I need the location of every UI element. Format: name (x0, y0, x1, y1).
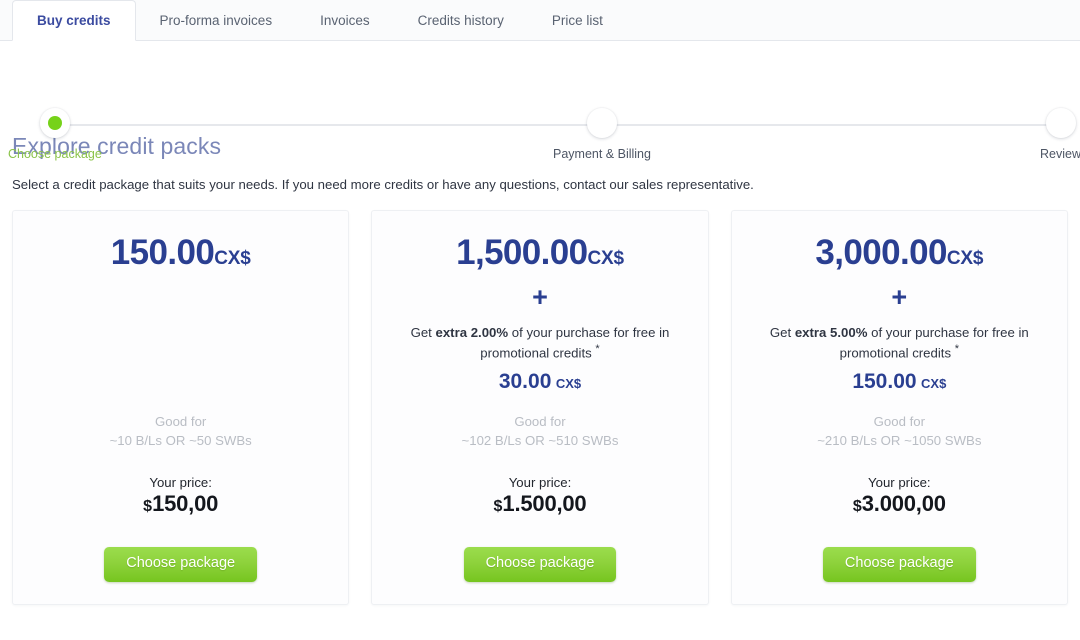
choose-package-button[interactable]: Choose package (823, 547, 976, 582)
step-dot-icon (1046, 108, 1076, 138)
pack-amount-value: 3,000.00 (815, 233, 946, 272)
pack-amount-value: 150.00 (111, 233, 214, 272)
tab-buy-credits[interactable]: Buy credits (12, 0, 136, 41)
tab-invoices[interactable]: Invoices (296, 0, 394, 40)
stepper-step-label: Choose package (8, 147, 102, 161)
pack-amount: 1,500.00CX$ (388, 235, 691, 270)
your-price-label: Your price: (29, 475, 332, 490)
good-for-value: ~210 B/Ls OR ~1050 SWBs (748, 431, 1051, 450)
bonus-extra-word: extra (436, 325, 471, 340)
stepper-step-review[interactable]: Review (1040, 108, 1080, 161)
stepper-step-payment-billing[interactable]: Payment & Billing (553, 108, 651, 161)
page-subtitle: Select a credit package that suits your … (12, 176, 1068, 193)
tab-label: Buy credits (37, 13, 111, 28)
cta-wrapper: Choose package (748, 547, 1051, 582)
card-spacer (748, 392, 1051, 412)
bonus-description: Get extra 2.00% of your purchase for fre… (388, 324, 691, 362)
bonus-amount-value: 30.00 (499, 370, 552, 393)
bonus-amount: 150.00 CX$ (748, 371, 1051, 392)
bonus-percent: 2.00% (471, 325, 508, 340)
stepper-step-label: Payment & Billing (553, 147, 651, 161)
bonus-suffix: of your purchase for free in promotional… (480, 325, 669, 360)
price-number: 3.000,00 (862, 491, 946, 516)
tab-label: Price list (552, 13, 603, 28)
your-price-value: $3.000,00 (748, 492, 1051, 516)
your-price-value: $150,00 (29, 492, 332, 516)
your-price-value: $1.500,00 (388, 492, 691, 516)
your-price-label: Your price: (748, 475, 1051, 490)
bonus-amount-currency: CX$ (556, 376, 581, 391)
credit-pack-card[interactable]: 150.00CX$ Good for ~10 B/Ls OR ~50 SWBs … (12, 210, 349, 605)
asterisk-marker: * (955, 343, 959, 355)
choose-package-button[interactable]: Choose package (464, 547, 617, 582)
stepper-step-label: Review (1040, 147, 1080, 161)
price-number: 1.500,00 (502, 491, 586, 516)
step-dot-icon (587, 108, 617, 138)
card-spacer (29, 270, 332, 412)
step-dot-icon (40, 108, 70, 138)
good-for-value: ~102 B/Ls OR ~510 SWBs (388, 431, 691, 450)
plus-icon: + (748, 284, 1051, 311)
good-for-value: ~10 B/Ls OR ~50 SWBs (29, 431, 332, 450)
stepper-step-choose-package[interactable]: Choose package (8, 108, 102, 161)
credit-pack-card[interactable]: 1,500.00CX$ + Get extra 2.00% of your pu… (371, 210, 708, 605)
choose-package-button[interactable]: Choose package (104, 547, 257, 582)
credit-packs-list: 150.00CX$ Good for ~10 B/Ls OR ~50 SWBs … (0, 193, 1080, 605)
pack-amount-currency: CX$ (588, 248, 624, 269)
page-header: Explore credit packs Select a credit pac… (0, 116, 1080, 193)
bonus-amount-currency: CX$ (921, 376, 946, 391)
pack-amount-currency: CX$ (214, 248, 250, 269)
bonus-percent: 5.00% (830, 325, 867, 340)
pack-amount-value: 1,500.00 (456, 233, 587, 272)
plus-icon: + (388, 284, 691, 311)
good-for-label: Good for (748, 412, 1051, 431)
good-for-label: Good for (29, 412, 332, 431)
bonus-prefix: Get (770, 325, 795, 340)
bonus-description: Get extra 5.00% of your purchase for fre… (748, 324, 1051, 362)
bonus-amount: 30.00 CX$ (388, 371, 691, 392)
progress-stepper: Choose package Payment & Billing Review (0, 41, 1080, 116)
card-spacer (388, 392, 691, 412)
bonus-extra-word: extra (795, 325, 830, 340)
pack-amount-currency: CX$ (947, 248, 983, 269)
bonus-prefix: Get (411, 325, 436, 340)
currency-symbol: $ (853, 498, 862, 515)
page-title: Explore credit packs (12, 132, 1068, 161)
asterisk-marker: * (595, 343, 599, 355)
your-price-label: Your price: (388, 475, 691, 490)
tab-bar: Buy credits Pro-forma invoices Invoices … (0, 0, 1080, 41)
currency-symbol: $ (143, 498, 152, 515)
pack-amount: 3,000.00CX$ (748, 235, 1051, 270)
tab-label: Credits history (418, 13, 504, 28)
good-for-label: Good for (388, 412, 691, 431)
tab-credits-history[interactable]: Credits history (394, 0, 528, 40)
bonus-suffix: of your purchase for free in promotional… (840, 325, 1029, 360)
pack-amount: 150.00CX$ (29, 235, 332, 270)
step-dot-inner (48, 116, 62, 130)
tab-price-list[interactable]: Price list (528, 0, 627, 40)
credit-pack-card[interactable]: 3,000.00CX$ + Get extra 5.00% of your pu… (731, 210, 1068, 605)
tab-label: Pro-forma invoices (160, 13, 273, 28)
tab-label: Invoices (320, 13, 370, 28)
cta-wrapper: Choose package (388, 547, 691, 582)
cta-wrapper: Choose package (29, 547, 332, 582)
bonus-amount-value: 150.00 (852, 370, 916, 393)
price-number: 150,00 (152, 491, 218, 516)
tab-pro-forma-invoices[interactable]: Pro-forma invoices (136, 0, 297, 40)
